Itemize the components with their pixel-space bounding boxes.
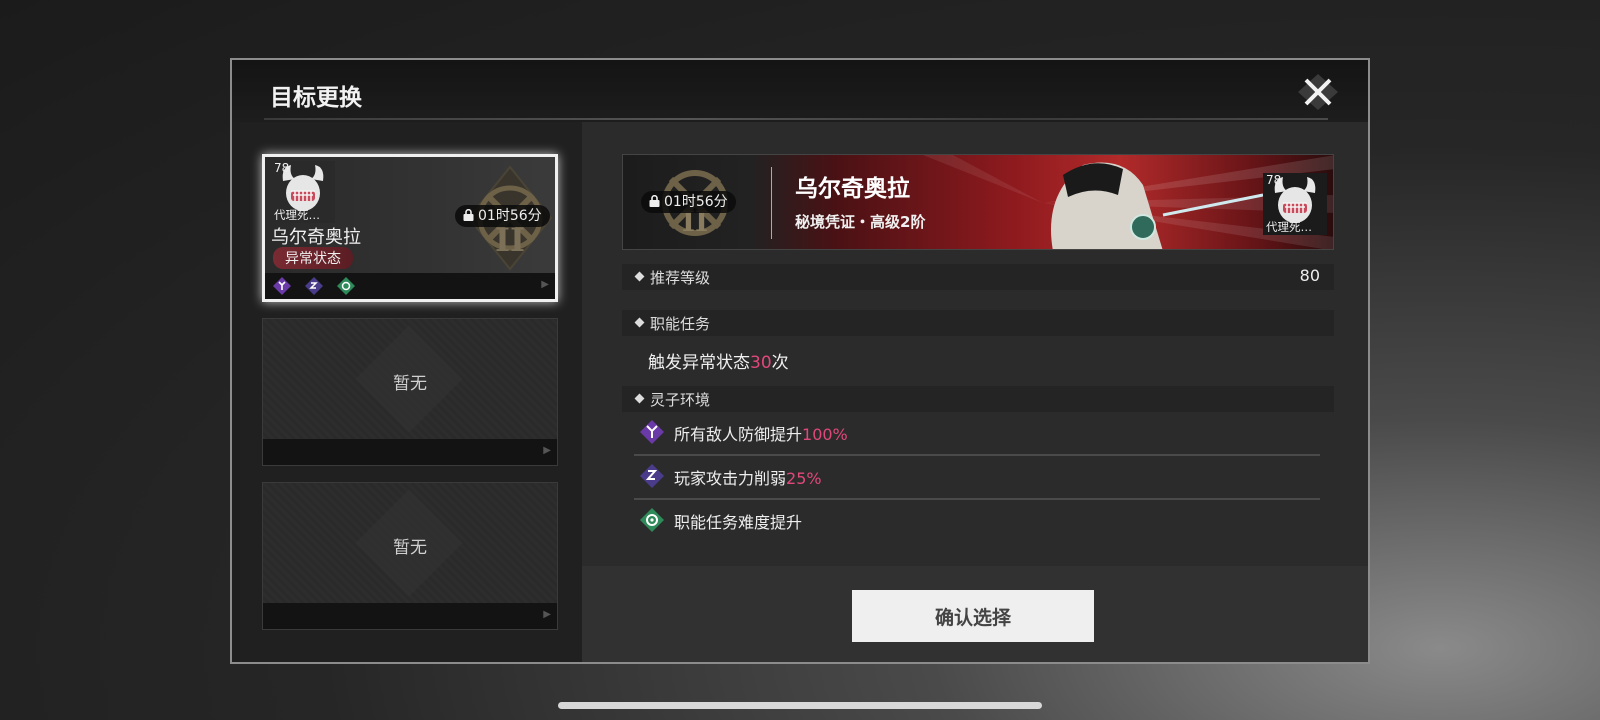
role-task-label: 职能任务 — [650, 315, 711, 333]
bullet-diamond-icon — [634, 317, 645, 328]
defense-up-icon — [273, 277, 291, 295]
role-task-suffix: 次 — [771, 353, 789, 373]
confirm-select-button[interactable]: 确认选择 — [852, 590, 1094, 642]
banner-subtitle: 秘境凭证・高级2阶 — [795, 213, 926, 231]
close-x-icon — [1298, 74, 1338, 110]
environment-label: 灵子环境 — [650, 391, 711, 409]
header-divider — [264, 118, 1328, 120]
env-item: 玩家攻击力削弱25% — [634, 456, 1320, 500]
lock-icon — [463, 206, 474, 221]
strip-arrow-icon: ▶ — [541, 279, 549, 290]
boss-banner: II 01时56分 乌尔奇奥拉 秘境凭证・高级2阶 78 代理死… — [622, 154, 1334, 250]
dialog-header: 目标更换 — [232, 60, 1368, 122]
status-tag: 异常状态 — [273, 247, 353, 269]
timer-text: 01时56分 — [664, 194, 728, 210]
defense-up-icon — [640, 420, 664, 444]
boss-name: 乌尔奇奥拉 — [271, 227, 361, 248]
banner-divider — [771, 167, 772, 239]
banner-boss-name: 乌尔奇奥拉 — [795, 175, 910, 202]
close-button[interactable] — [1296, 72, 1340, 112]
dialog-title: 目标更换 — [270, 84, 362, 111]
strip-arrow-icon: ▶ — [543, 609, 551, 620]
role-task-text: 触发异常状态30次 — [648, 348, 789, 373]
home-indicator[interactable] — [558, 702, 1042, 709]
env-item-text: 职能任务难度提升 — [674, 513, 803, 532]
unlock-timer: 01时56分 — [641, 191, 736, 213]
avatar-level: 78 — [1266, 173, 1282, 187]
env-item-text: 玩家攻击力削弱25% — [674, 469, 822, 488]
role-task-header: 职能任务 — [622, 310, 1334, 336]
role-task-prefix: 触发异常状态 — [648, 353, 750, 373]
empty-label: 暂无 — [393, 538, 427, 558]
avatar-name: 代理死… — [274, 208, 320, 222]
sleep-attack-down-icon — [640, 464, 664, 488]
unlock-timer: 01时56分 — [455, 205, 550, 227]
recommended-level-row: 推荐等级 80 — [622, 264, 1334, 290]
mission-difficulty-icon — [640, 508, 664, 532]
mission-difficulty-icon — [337, 277, 355, 295]
empty-label: 暂无 — [393, 374, 427, 394]
card-strip: ▶ — [263, 439, 557, 465]
avatar: 78 代理死… — [1263, 173, 1327, 235]
avatar-level: 78 — [274, 161, 290, 175]
recommended-level-value: 80 — [1299, 266, 1320, 285]
timer-text: 01时56分 — [478, 208, 542, 224]
env-item-text: 所有敌人防御提升100% — [674, 425, 848, 444]
env-item: 所有敌人防御提升100% — [634, 412, 1320, 456]
bullet-diamond-icon — [634, 271, 645, 282]
avatar: 78 代理死… — [271, 161, 335, 223]
role-task-count: 30 — [750, 353, 772, 373]
sleep-attack-down-icon — [305, 277, 323, 295]
strip-arrow-icon: ▶ — [543, 445, 551, 456]
env-icon-strip: ▶ — [265, 273, 555, 299]
card-strip: ▶ — [263, 603, 557, 629]
avatar-name: 代理死… — [1266, 220, 1312, 234]
bullet-diamond-icon — [634, 393, 645, 404]
target-card-empty[interactable]: 暂无 ▶ — [262, 482, 558, 630]
target-card-empty[interactable]: 暂无 ▶ — [262, 318, 558, 466]
environment-header: 灵子环境 — [622, 386, 1334, 412]
lock-icon — [649, 192, 660, 207]
recommended-level-label: 推荐等级 — [650, 269, 711, 287]
target-card-selected[interactable]: 78 代理死… II 01时56分 乌尔奇奥拉 异常状态 ▶ — [262, 154, 558, 302]
env-item: 职能任务难度提升 — [634, 500, 1320, 544]
